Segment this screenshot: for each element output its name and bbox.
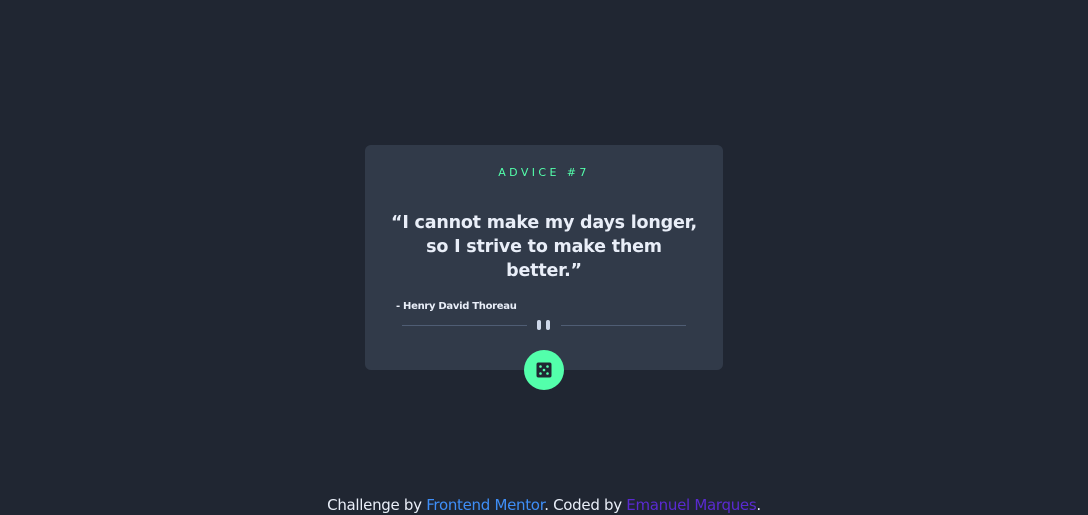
author-link[interactable]: Emanuel Marques	[626, 496, 756, 514]
pause-icon	[537, 320, 551, 331]
dice-icon	[536, 362, 552, 378]
advice-author: - Henry David Thoreau	[396, 301, 517, 312]
advice-number: ADVICE #7	[498, 166, 590, 179]
frontend-mentor-link[interactable]: Frontend Mentor	[426, 496, 544, 514]
advice-quote: “I cannot make my days longer, so I stri…	[391, 213, 697, 281]
attribution-footer: Challenge by Frontend Mentor. Coded by E…	[0, 495, 1088, 515]
divider-line-right	[561, 325, 686, 326]
advice-card: ADVICE #7 “I cannot make my days longer,…	[365, 145, 723, 370]
footer-suffix: .	[756, 496, 761, 514]
pattern-divider	[402, 320, 686, 332]
generate-advice-button[interactable]	[524, 350, 564, 390]
divider-line-left	[402, 325, 527, 326]
footer-middle: . Coded by	[544, 496, 627, 514]
footer-prefix: Challenge by	[327, 496, 427, 514]
